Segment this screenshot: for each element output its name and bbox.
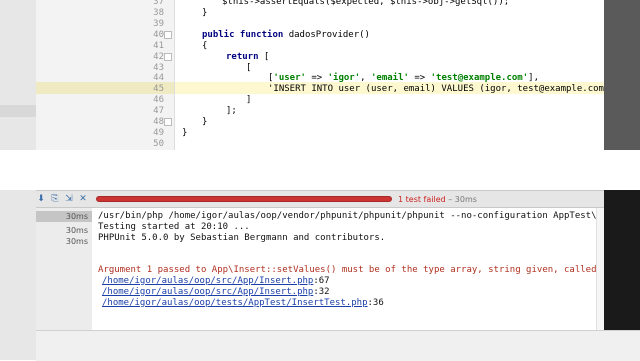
file-link[interactable]: /home/igor/aulas/oop/tests/AppTest/Inser…: [102, 298, 368, 308]
code-line: [: [246, 63, 252, 73]
code-text: =>: [305, 73, 328, 83]
stack-frame: /home/igor/aulas/oop/src/App/Insert.php:…: [102, 287, 330, 298]
code-text: dadosProvider(): [283, 30, 370, 40]
test-time[interactable]: 30ms: [66, 236, 88, 247]
code-text: ],: [528, 73, 539, 83]
test-time[interactable]: 30ms: [66, 225, 88, 236]
status-bar: [36, 330, 640, 361]
fold-marker[interactable]: [164, 118, 172, 126]
fold-marker[interactable]: [164, 31, 172, 39]
console-command: /usr/bin/php /home/igor/aulas/oop/vendor…: [98, 211, 604, 221]
code-editor[interactable]: 37 38 39 40 41 42 43 44 45 46 47 48 49 5…: [36, 0, 604, 150]
code-text: [: [258, 52, 270, 62]
left-strip-highlight: [0, 105, 36, 117]
line-ref: :67: [313, 276, 330, 286]
import-icon[interactable]: ⇲: [64, 194, 74, 204]
test-runner-toolbar: ⬇ ⎘ ⇲ ✕ 1 test failed – 30ms: [36, 190, 604, 208]
line-ref: :32: [313, 287, 330, 297]
code-line: 'INSERT INTO user (user, email) VALUES (…: [268, 84, 604, 94]
code-line: }: [202, 8, 208, 18]
keyword: public function: [202, 30, 284, 40]
test-time[interactable]: 30ms: [36, 211, 92, 222]
console-version: PHPUnit 5.0.0 by Sebastian Bergmann and …: [98, 233, 386, 243]
status-time: – 30ms: [445, 195, 477, 204]
line-number: 50: [153, 139, 164, 149]
test-console[interactable]: 30ms 30ms 30ms /usr/bin/php /home/igor/a…: [36, 208, 604, 330]
collapse-icon[interactable]: ✕: [78, 194, 88, 204]
status-failed: 1 test failed: [398, 195, 446, 204]
code-line: }: [202, 117, 208, 127]
editor-blank-area: [0, 150, 640, 190]
line-ref: :36: [367, 298, 384, 308]
test-status: 1 test failed – 30ms: [398, 194, 477, 205]
console-error: Argument 1 passed to App\Insert::setValu…: [98, 265, 604, 275]
file-link[interactable]: /home/igor/aulas/oop/src/App/Insert.php: [102, 287, 313, 297]
code-line: }: [182, 128, 188, 138]
test-progress-bar: [96, 196, 392, 202]
code-text: =>: [408, 73, 431, 83]
editor-right-panel: [604, 0, 640, 150]
console-started: Testing started at 20:10 ...: [98, 222, 250, 232]
gutter-separator: [174, 0, 175, 150]
code-line: $this->assertEquals($expected, $this->ob…: [222, 0, 510, 7]
code-text: ,: [360, 73, 371, 83]
string-literal: 'email': [370, 73, 409, 83]
export-icon[interactable]: ⎘: [50, 194, 60, 204]
code-line: public function dadosProvider(): [202, 29, 370, 41]
code-line: {: [202, 41, 208, 51]
rerun-icon[interactable]: ⬇: [36, 194, 46, 204]
string-literal: 'igor': [327, 73, 361, 83]
stack-frame: /home/igor/aulas/oop/tests/AppTest/Inser…: [102, 298, 384, 309]
string-literal: 'test@example.com': [430, 73, 529, 83]
right-dark-panel: [604, 190, 640, 330]
string-literal: 'user': [273, 73, 306, 83]
fold-marker[interactable]: [164, 53, 172, 61]
file-link[interactable]: /home/igor/aulas/oop/src/App/Insert.php: [102, 276, 313, 286]
stack-frame: /home/igor/aulas/oop/src/App/Insert.php:…: [102, 276, 330, 287]
code-line: ]: [246, 95, 252, 105]
code-line: ];: [226, 106, 237, 116]
keyword: return: [226, 52, 259, 62]
test-tree[interactable]: 30ms 30ms 30ms: [36, 208, 92, 330]
